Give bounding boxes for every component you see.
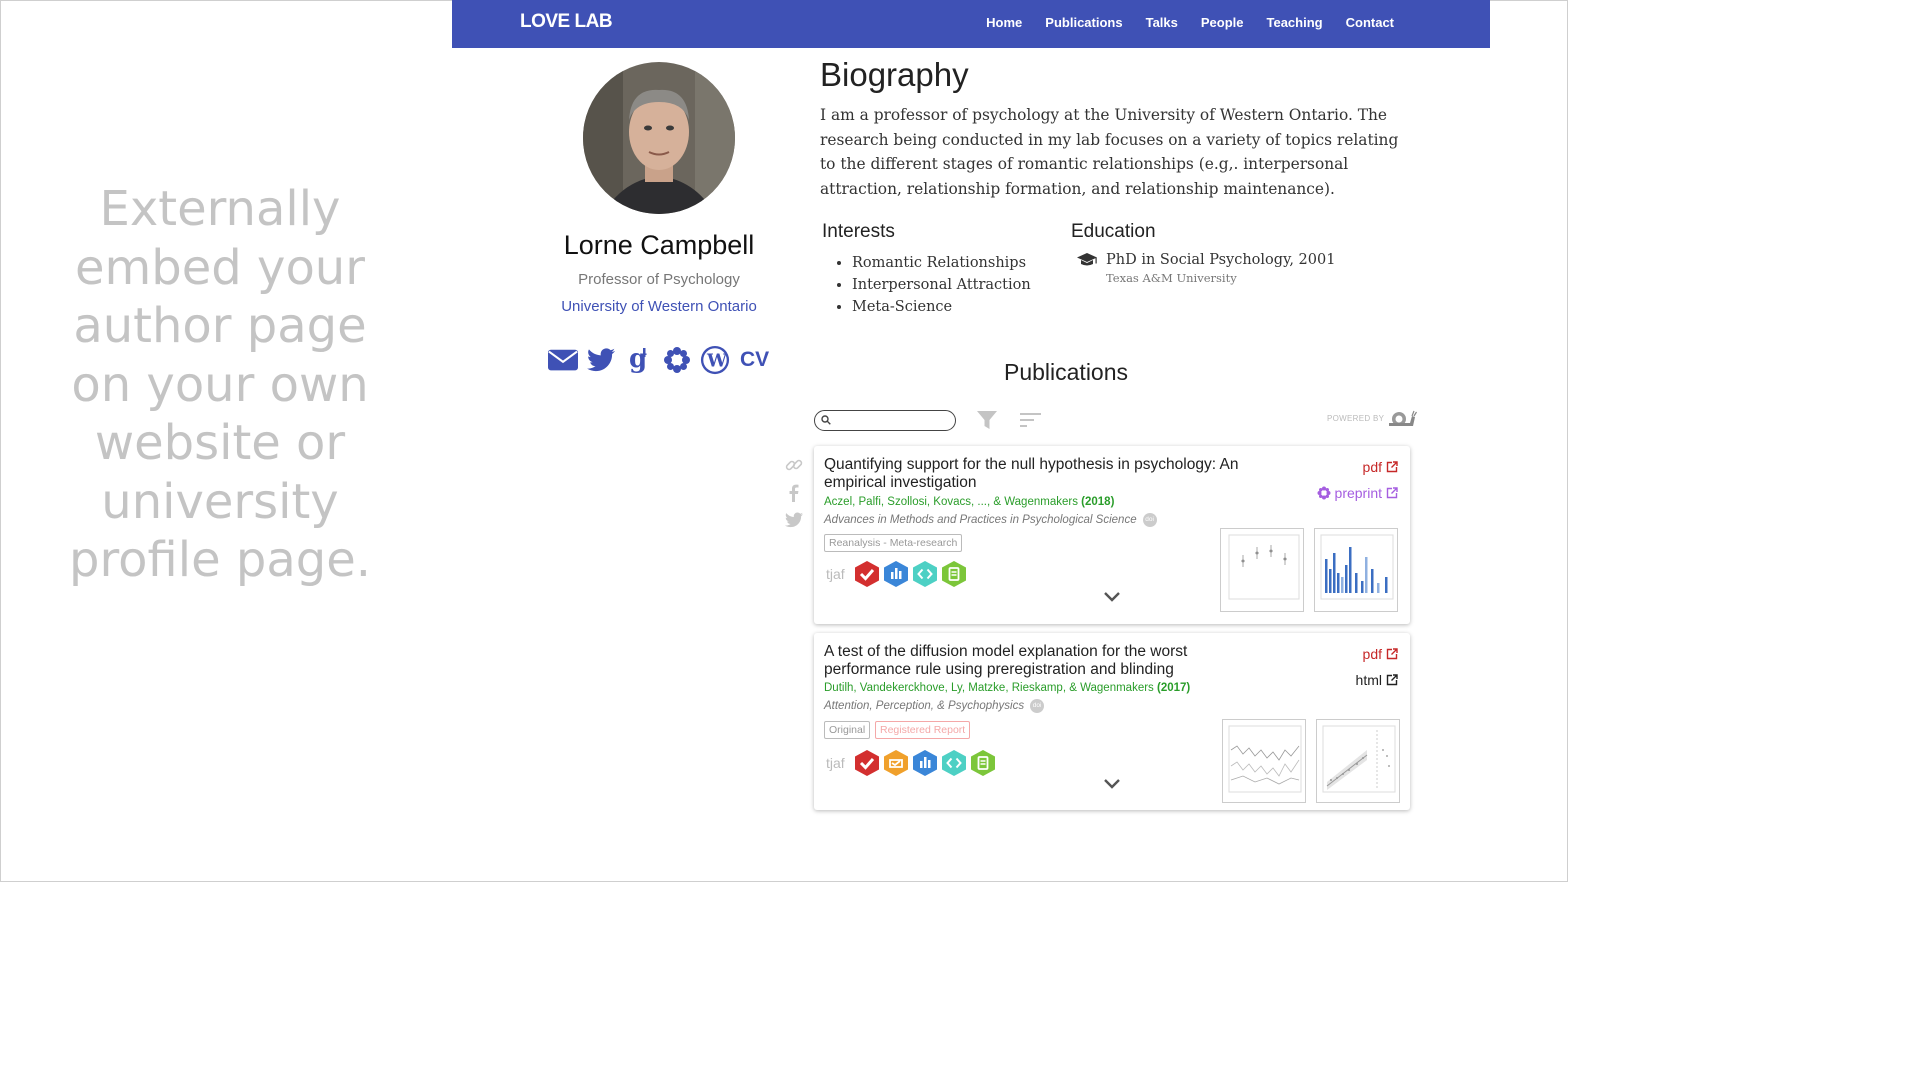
journal-text: Advances in Methods and Practices in Psy… bbox=[824, 514, 1137, 526]
doi-icon[interactable]: doi bbox=[1142, 513, 1157, 527]
publication-year: (2017) bbox=[1157, 682, 1191, 694]
checkmark-badge-icon[interactable] bbox=[854, 560, 880, 588]
brand-logo[interactable]: LOVE LAB bbox=[520, 11, 613, 33]
data-chart-badge-icon[interactable] bbox=[883, 560, 909, 588]
materials-badge-icon[interactable] bbox=[941, 560, 967, 588]
authors-text: Aczel, Palfi, Szollosi, Kovacs, ..., & W… bbox=[824, 496, 1078, 508]
authors-text: Dutilh, Vandekerckhove, Ly, Matzke, Ries… bbox=[824, 682, 1154, 694]
navbar: LOVE LAB Home Publications Talks People … bbox=[452, 0, 1490, 48]
twitter-icon[interactable] bbox=[586, 344, 616, 376]
expand-chevron-icon[interactable] bbox=[1102, 778, 1122, 790]
twitter-share-icon[interactable] bbox=[785, 512, 803, 528]
nav-publications[interactable]: Publications bbox=[1045, 15, 1122, 30]
profile-name: Lorne Campbell bbox=[563, 230, 755, 260]
link-icon[interactable] bbox=[785, 456, 803, 474]
snail-logo-icon bbox=[1389, 410, 1418, 426]
publication-tag[interactable]: Reanalysis - Meta-research bbox=[824, 534, 963, 552]
publications-title: Publications bbox=[1004, 359, 1129, 385]
nav-teaching[interactable]: Teaching bbox=[1267, 15, 1323, 30]
sort-icon[interactable] bbox=[1020, 412, 1042, 433]
tjaf-label: tjaf bbox=[826, 755, 845, 771]
publication-year: (2018) bbox=[1081, 496, 1115, 508]
doi-icon[interactable]: doi bbox=[1030, 699, 1045, 713]
osf-icon[interactable] bbox=[662, 344, 692, 376]
figure-thumbnail[interactable] bbox=[1316, 719, 1400, 803]
share-buttons bbox=[785, 456, 803, 528]
publication-authors: Aczel, Palfi, Szollosi, Kovacs, ..., & W… bbox=[824, 496, 1114, 508]
materials-badge-icon[interactable] bbox=[970, 749, 996, 777]
pdf-label: pdf bbox=[1362, 459, 1382, 475]
biography-title: Biography bbox=[820, 56, 969, 93]
interests-title: Interests bbox=[822, 221, 895, 242]
external-link-icon bbox=[1386, 461, 1398, 473]
nav-links: Home Publications Talks People Teaching … bbox=[986, 15, 1394, 30]
figure-thumbnail[interactable] bbox=[1314, 528, 1398, 612]
filter-icon[interactable] bbox=[976, 410, 998, 435]
cv-link[interactable]: CV bbox=[740, 348, 769, 372]
publication-links: pdf preprint bbox=[1317, 454, 1398, 506]
interest-item: Romantic Relationships bbox=[852, 252, 1031, 274]
publication-title[interactable]: A test of the diffusion model explanatio… bbox=[824, 643, 1244, 679]
svg-text:W: W bbox=[706, 351, 728, 372]
search-icon bbox=[821, 415, 831, 425]
publication-tag[interactable]: Registered Report bbox=[875, 721, 971, 739]
preprint-label: preprint bbox=[1334, 485, 1382, 501]
interest-item: Interpersonal Attraction bbox=[852, 274, 1031, 296]
biography-text: I am a professor of psychology at the Un… bbox=[820, 106, 1399, 198]
figure-thumbnail[interactable] bbox=[1222, 719, 1306, 803]
publication-card: Quantifying support for the null hypothe… bbox=[814, 446, 1410, 624]
checkmark-badge-icon[interactable] bbox=[854, 749, 880, 777]
envelope-icon[interactable] bbox=[548, 344, 578, 376]
profile-role: Professor of Psychology bbox=[578, 271, 740, 288]
html-link[interactable]: html bbox=[1356, 667, 1398, 693]
journal-text: Attention, Perception, & Psychophysics bbox=[824, 700, 1025, 712]
external-link-icon bbox=[1386, 674, 1398, 686]
search-input[interactable] bbox=[814, 410, 956, 431]
nav-home[interactable]: Home bbox=[986, 15, 1022, 30]
publication-tag[interactable]: Original bbox=[824, 721, 871, 739]
publication-journal: Attention, Perception, & Psychophysics d… bbox=[824, 699, 1045, 713]
publication-journal: Advances in Methods and Practices in Psy… bbox=[824, 513, 1157, 527]
interest-item: Meta-Science bbox=[852, 296, 1031, 318]
preregistration-badge-icon[interactable] bbox=[883, 749, 909, 777]
powered-by: POWERED BY bbox=[1327, 409, 1418, 427]
publication-card: A test of the diffusion model explanatio… bbox=[814, 633, 1410, 810]
external-link-icon bbox=[1386, 487, 1398, 499]
education-entry: PhD in Social Psychology, 2001 Texas A&M… bbox=[1076, 252, 1335, 285]
code-badge-icon[interactable] bbox=[912, 560, 938, 588]
promo-text: Externally embed your author page on you… bbox=[68, 181, 371, 588]
osf-preprint-icon bbox=[1317, 486, 1331, 500]
pdf-label: pdf bbox=[1362, 646, 1382, 662]
external-link-icon bbox=[1386, 648, 1398, 660]
education-title: Education bbox=[1071, 221, 1156, 242]
pdf-link[interactable]: pdf bbox=[1356, 641, 1398, 667]
avatar bbox=[583, 62, 735, 214]
tjaf-label: tjaf bbox=[826, 566, 845, 582]
profile-organization[interactable]: University of Western Ontario bbox=[500, 298, 818, 315]
publication-authors: Dutilh, Vandekerckhove, Ly, Matzke, Ries… bbox=[824, 682, 1190, 694]
facebook-icon[interactable] bbox=[785, 484, 803, 502]
social-links: g W CV bbox=[548, 344, 769, 376]
graduation-cap-icon bbox=[1076, 252, 1098, 272]
code-badge-icon[interactable] bbox=[941, 749, 967, 777]
badge-row: tjaf bbox=[826, 749, 996, 777]
interests-list: Romantic Relationships Interpersonal Att… bbox=[836, 252, 1031, 318]
preprint-link[interactable]: preprint bbox=[1317, 480, 1398, 506]
nav-contact[interactable]: Contact bbox=[1346, 15, 1394, 30]
publication-links: pdf html bbox=[1356, 641, 1398, 693]
education-institution: Texas A&M University bbox=[1106, 271, 1237, 285]
figure-thumbnail[interactable] bbox=[1220, 528, 1304, 612]
pdf-link[interactable]: pdf bbox=[1317, 454, 1398, 480]
nav-people[interactable]: People bbox=[1201, 15, 1244, 30]
publication-title[interactable]: Quantifying support for the null hypothe… bbox=[824, 456, 1274, 492]
wordpress-icon[interactable]: W bbox=[700, 344, 730, 376]
powered-by-label: POWERED BY bbox=[1327, 413, 1385, 423]
expand-chevron-icon[interactable] bbox=[1102, 591, 1122, 603]
data-chart-badge-icon[interactable] bbox=[912, 749, 938, 777]
education-degree: PhD in Social Psychology, 2001 bbox=[1106, 252, 1336, 268]
nav-talks[interactable]: Talks bbox=[1146, 15, 1178, 30]
google-scholar-icon[interactable]: g bbox=[624, 344, 654, 376]
html-label: html bbox=[1355, 672, 1382, 688]
badge-row: tjaf bbox=[826, 560, 967, 588]
